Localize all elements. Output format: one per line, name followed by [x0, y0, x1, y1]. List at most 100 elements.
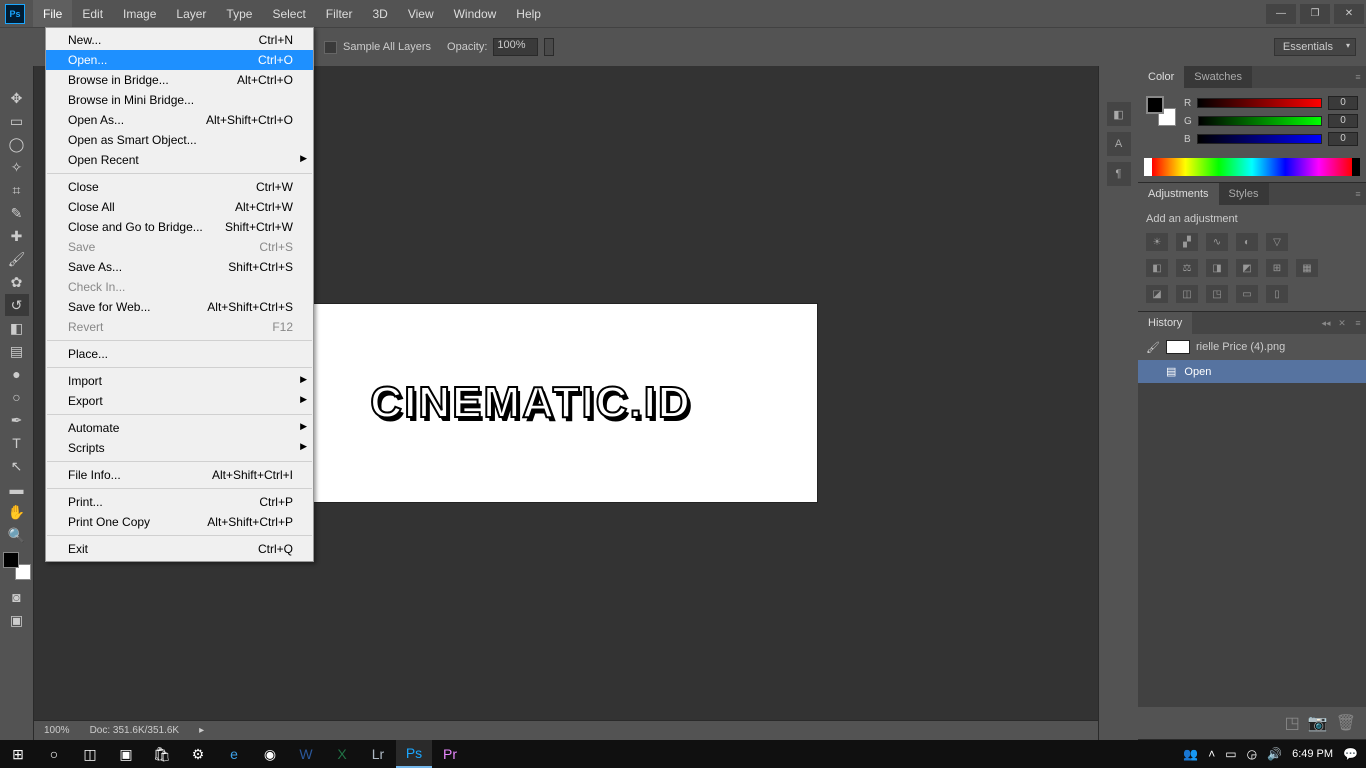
file-menu-automate[interactable]: Automate▶ — [46, 418, 313, 438]
stamp-tool[interactable]: ✿ — [5, 271, 29, 293]
adj-gradmap-icon[interactable]: ▭ — [1236, 285, 1258, 303]
lasso-tool[interactable]: ◯ — [5, 133, 29, 155]
adj-photo-icon[interactable]: ◩ — [1236, 259, 1258, 277]
file-menu-browse-in-bridge[interactable]: Browse in Bridge...Alt+Ctrl+O — [46, 70, 313, 90]
start-button[interactable]: ⊞ — [0, 740, 36, 768]
adj-thresh-icon[interactable]: ◳ — [1206, 285, 1228, 303]
people-icon[interactable]: 👥 — [1183, 747, 1198, 761]
menu-filter[interactable]: Filter — [316, 0, 363, 27]
menu-help[interactable]: Help — [506, 0, 551, 27]
file-menu-scripts[interactable]: Scripts▶ — [46, 438, 313, 458]
notifications-icon[interactable]: 💬 — [1343, 747, 1358, 761]
file-menu-new[interactable]: New...Ctrl+N — [46, 30, 313, 50]
file-menu-file-info[interactable]: File Info...Alt+Shift+Ctrl+I — [46, 465, 313, 485]
adj-balance-icon[interactable]: ⚖ — [1176, 259, 1198, 277]
explorer-button[interactable]: ▣ — [108, 740, 144, 768]
color-flyout[interactable]: ≡ — [1350, 66, 1366, 88]
menu-image[interactable]: Image — [113, 0, 166, 27]
edge-button[interactable]: e — [216, 740, 252, 768]
file-menu-browse-in-mini-bridge[interactable]: Browse in Mini Bridge... — [46, 90, 313, 110]
eraser-tool[interactable]: ◧ — [5, 317, 29, 339]
excel-button[interactable]: X — [324, 740, 360, 768]
minimize-button[interactable]: — — [1266, 4, 1296, 24]
history-doc[interactable]: rielle Price (4).png — [1196, 341, 1285, 353]
r-slider[interactable] — [1197, 98, 1322, 108]
hist-collapse[interactable]: ◂◂ — [1318, 312, 1334, 334]
b-slider[interactable] — [1197, 134, 1322, 144]
brush-tool[interactable]: 🖌 — [5, 248, 29, 270]
menu-view[interactable]: View — [398, 0, 444, 27]
file-menu-open[interactable]: Open...Ctrl+O — [46, 50, 313, 70]
tray-up-icon[interactable]: ˄ — [1208, 747, 1215, 761]
history-brush-tool[interactable]: ↺ — [5, 294, 29, 316]
file-menu-print-one-copy[interactable]: Print One CopyAlt+Shift+Ctrl+P — [46, 512, 313, 532]
b-value[interactable]: 0 — [1328, 132, 1358, 146]
hist-trash-icon[interactable]: 🗑 — [1336, 713, 1356, 733]
r-value[interactable]: 0 — [1328, 96, 1358, 110]
store-button[interactable]: 🛍 — [144, 740, 180, 768]
tab-color[interactable]: Color — [1138, 66, 1184, 88]
volume-icon[interactable]: 🔊 — [1267, 747, 1282, 761]
clock[interactable]: 6:49 PM — [1292, 748, 1333, 760]
adj-lut-icon[interactable]: ▦ — [1296, 259, 1318, 277]
file-menu-open-as[interactable]: Open As...Alt+Shift+Ctrl+O — [46, 110, 313, 130]
file-menu-open-recent[interactable]: Open Recent▶ — [46, 150, 313, 170]
adj-poster-icon[interactable]: ◫ — [1176, 285, 1198, 303]
file-menu-open-as-smart-object[interactable]: Open as Smart Object... — [46, 130, 313, 150]
word-button[interactable]: W — [288, 740, 324, 768]
gradient-tool[interactable]: ▤ — [5, 340, 29, 362]
adj-brightness-icon[interactable]: ☀ — [1146, 233, 1168, 251]
file-menu-exit[interactable]: ExitCtrl+Q — [46, 539, 313, 559]
file-menu-export[interactable]: Export▶ — [46, 391, 313, 411]
file-menu-close[interactable]: CloseCtrl+W — [46, 177, 313, 197]
eyedropper-tool[interactable]: ✎ — [5, 202, 29, 224]
workspace-dropdown[interactable]: Essentials — [1274, 38, 1356, 56]
cortana-button[interactable]: ○ — [36, 740, 72, 768]
hist-new-doc-icon[interactable]: ◳ — [1285, 713, 1300, 733]
blur-tool[interactable]: ● — [5, 363, 29, 385]
g-slider[interactable] — [1198, 116, 1322, 126]
menu-window[interactable]: Window — [444, 0, 507, 27]
file-menu-save-for-web[interactable]: Save for Web...Alt+Shift+Ctrl+S — [46, 297, 313, 317]
status-arrow-icon[interactable]: ▸ — [199, 725, 204, 736]
tab-history[interactable]: History — [1138, 312, 1192, 334]
zoom-level[interactable]: 100% — [44, 725, 70, 736]
tab-adjustments[interactable]: Adjustments — [1138, 183, 1219, 205]
adj-curves-icon[interactable]: ∿ — [1206, 233, 1228, 251]
menu-file[interactable]: File — [33, 0, 72, 27]
dodge-tool[interactable]: ○ — [5, 386, 29, 408]
hist-flyout[interactable]: ≡ — [1350, 312, 1366, 334]
adj-levels-icon[interactable]: ▞ — [1176, 233, 1198, 251]
color-swatch-pair[interactable] — [1146, 96, 1176, 126]
adj-select-icon[interactable]: ▯ — [1266, 285, 1288, 303]
opacity-dropdown[interactable] — [544, 38, 554, 56]
adj-vibrance-icon[interactable]: ▽ — [1266, 233, 1288, 251]
opacity-input[interactable]: 100% — [493, 38, 538, 56]
tab-swatches[interactable]: Swatches — [1184, 66, 1252, 88]
file-menu-place[interactable]: Place... — [46, 344, 313, 364]
file-menu-print[interactable]: Print...Ctrl+P — [46, 492, 313, 512]
panel-icon-1[interactable]: ◧ — [1107, 102, 1131, 126]
menu-edit[interactable]: Edit — [72, 0, 113, 27]
screenmode-tool[interactable]: ▣ — [5, 609, 29, 631]
pen-tool[interactable]: ✒ — [5, 409, 29, 431]
heal-tool[interactable]: ✚ — [5, 225, 29, 247]
adj-exposure-icon[interactable]: ◐ — [1236, 233, 1258, 251]
wand-tool[interactable]: ✧ — [5, 156, 29, 178]
hand-tool[interactable]: ✋ — [5, 501, 29, 523]
hist-snapshot-icon[interactable]: 📷 — [1308, 713, 1328, 733]
file-menu-close-all[interactable]: Close AllAlt+Ctrl+W — [46, 197, 313, 217]
adj-hue-icon[interactable]: ◧ — [1146, 259, 1168, 277]
type-tool[interactable]: T — [5, 432, 29, 454]
canvas[interactable]: CINEMATIC.ID — [265, 304, 817, 502]
file-menu-save-as[interactable]: Save As...Shift+Ctrl+S — [46, 257, 313, 277]
panel-icon-3[interactable]: ¶ — [1107, 162, 1131, 186]
shape-tool[interactable]: ▬ — [5, 478, 29, 500]
menu-type[interactable]: Type — [216, 0, 262, 27]
path-tool[interactable]: ↖ — [5, 455, 29, 477]
menu-select[interactable]: Select — [262, 0, 315, 27]
close-button[interactable]: ✕ — [1334, 4, 1364, 24]
move-tool[interactable]: ✥ — [5, 87, 29, 109]
quickmask-tool[interactable]: ◙ — [5, 586, 29, 608]
marquee-tool[interactable]: ▭ — [5, 110, 29, 132]
